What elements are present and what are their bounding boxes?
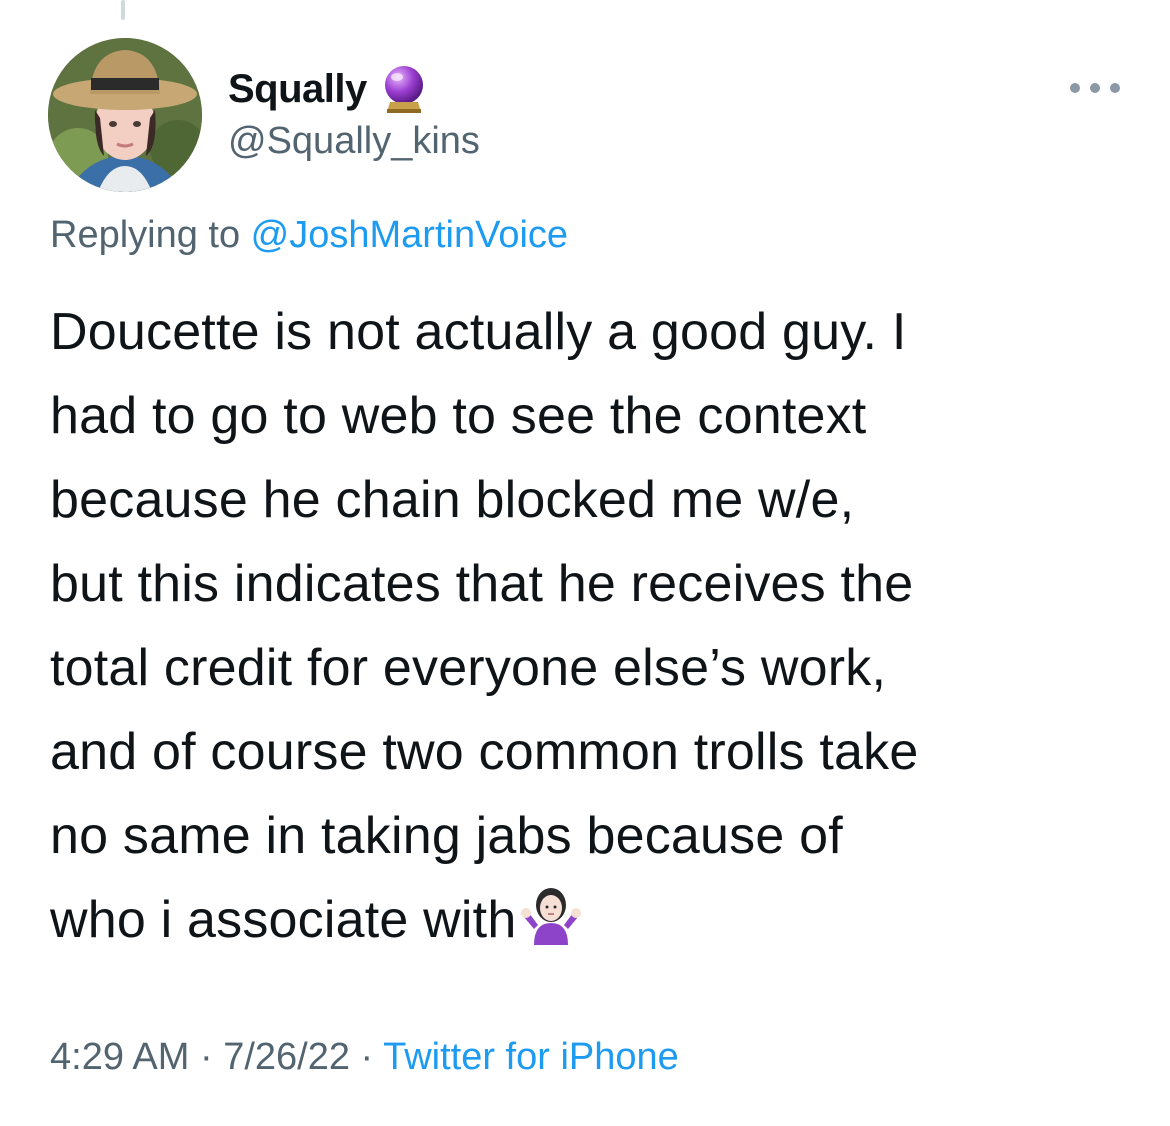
tweet-text-content: Doucette is not actually a good guy. I h…: [50, 303, 919, 949]
person-shrugging-icon: [521, 888, 582, 945]
tweet-text: Doucette is not actually a good guy. I h…: [50, 290, 1130, 962]
more-dot: [1090, 83, 1100, 93]
meta-separator: ·: [189, 1036, 224, 1078]
tweet-source-link[interactable]: Twitter for iPhone: [383, 1036, 679, 1078]
author-handle[interactable]: @Squally_kins: [228, 120, 480, 163]
more-dot: [1070, 83, 1080, 93]
replying-to-label: Replying to: [50, 214, 251, 256]
tweet-card: Squally @Squally_kins Replying to @JoshM…: [0, 0, 1170, 1126]
crystal-ball-icon: [384, 66, 423, 113]
thread-connector-line: [121, 0, 125, 20]
meta-separator: ·: [350, 1036, 384, 1078]
author-display-name[interactable]: Squally: [228, 67, 367, 112]
reply-mention-link[interactable]: @JoshMartinVoice: [251, 214, 568, 256]
profile-photo: [48, 38, 202, 192]
more-options-icon[interactable]: [1070, 78, 1120, 98]
tweet-meta: 4:29 AM · 7/26/22 · Twitter for iPhone: [50, 1036, 679, 1079]
author-name-row[interactable]: Squally: [228, 62, 427, 116]
tweet-time[interactable]: 4:29 AM: [50, 1036, 189, 1078]
replying-to: Replying to @JoshMartinVoice: [50, 214, 568, 257]
avatar[interactable]: [48, 38, 202, 192]
tweet-date[interactable]: 7/26/22: [223, 1036, 350, 1078]
more-dot: [1110, 83, 1120, 93]
